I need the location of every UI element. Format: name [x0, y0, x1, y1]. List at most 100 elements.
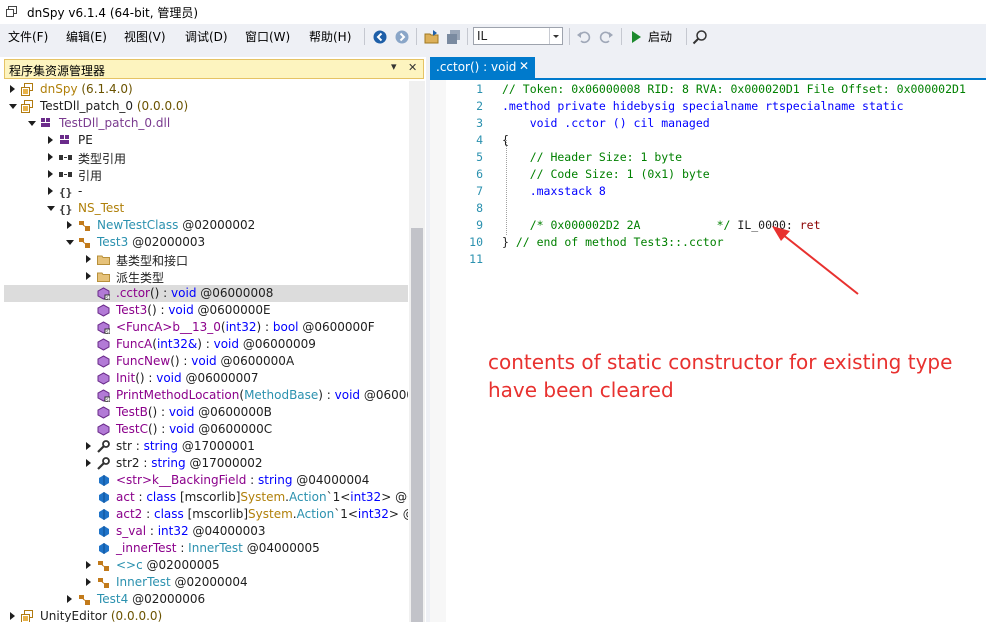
- tree-node[interactable]: str : string @17000001: [4, 438, 408, 455]
- code-token: // Header Size: 1 byte: [502, 150, 683, 164]
- tree-node-label: <>c @02000005: [116, 558, 220, 572]
- expand-closed-icon[interactable]: [86, 442, 91, 450]
- tree-node[interactable]: _innerTest : InnerTest @04000005: [4, 540, 408, 557]
- menu-help[interactable]: 帮助(H): [309, 28, 351, 45]
- tree-node[interactable]: 基类型和接口: [4, 251, 408, 268]
- close-icon[interactable]: ✕: [408, 61, 417, 74]
- tree-node[interactable]: s_val : int32 @04000003: [4, 523, 408, 540]
- menu-window[interactable]: 窗口(W): [245, 28, 290, 45]
- tree-node-label: NS_Test: [78, 201, 124, 215]
- tree-node[interactable]: NewTestClass @02000002: [4, 217, 408, 234]
- annotation-text: contents of static constructor for exist…: [488, 348, 968, 404]
- property-icon: [97, 457, 110, 470]
- expand-closed-icon[interactable]: [86, 561, 91, 569]
- expand-open-icon[interactable]: [66, 240, 74, 245]
- tree-node[interactable]: TestC() : void @0600000C: [4, 421, 408, 438]
- tree-node[interactable]: <str>k__BackingField : string @04000004: [4, 472, 408, 489]
- tree-node[interactable]: dnSpy (6.1.4.0): [4, 81, 408, 98]
- label-segment: UnityEditor: [40, 609, 108, 622]
- expand-closed-icon[interactable]: [86, 578, 91, 586]
- label-segment: () :: [170, 354, 192, 368]
- expand-closed-icon[interactable]: [48, 153, 53, 161]
- expand-closed-icon[interactable]: [48, 187, 53, 195]
- tree-node[interactable]: UnityEditor (0.0.0.0): [4, 608, 408, 622]
- tree-node-label: PrintMethodLocation(MethodBase) : void @…: [116, 388, 408, 402]
- tree-node[interactable]: <>c @02000005: [4, 557, 408, 574]
- tree-node[interactable]: 引用: [4, 166, 408, 183]
- toolbar-separator: [569, 28, 570, 45]
- expand-closed-icon[interactable]: [48, 136, 53, 144]
- class-icon: [97, 576, 110, 589]
- tree-node[interactable]: TestDll_patch_0.dll: [4, 115, 408, 132]
- tree-node[interactable]: {} NS_Test: [4, 200, 408, 217]
- tab-cctor[interactable]: .cctor() : void ✕: [430, 57, 535, 79]
- start-button-label[interactable]: 启动: [648, 28, 672, 45]
- menu-view[interactable]: 视图(V): [124, 28, 166, 45]
- back-icon[interactable]: [372, 29, 388, 45]
- tree-node[interactable]: Test3() : void @0600000E: [4, 302, 408, 319]
- expand-closed-icon[interactable]: [86, 255, 91, 263]
- label-segment: @02000005: [142, 558, 220, 572]
- expand-closed-icon[interactable]: [86, 459, 91, 467]
- app-icon: [6, 6, 17, 17]
- code-token: .method private hidebysig specialname rt…: [502, 99, 904, 113]
- tree-node[interactable]: 类型引用: [4, 149, 408, 166]
- tree-node[interactable]: 派生类型: [4, 268, 408, 285]
- label-segment: Test3: [116, 303, 148, 317]
- tree-node[interactable]: str2 : string @17000002: [4, 455, 408, 472]
- tree-node[interactable]: s PrintMethodLocation(MethodBase) : void …: [4, 387, 408, 404]
- expand-open-icon[interactable]: [47, 206, 55, 211]
- expand-closed-icon[interactable]: [10, 612, 15, 620]
- tree-node[interactable]: s .cctor() : void @06000008: [4, 285, 408, 302]
- tree-node[interactable]: Test4 @02000006: [4, 591, 408, 608]
- label-segment: ) :: [318, 388, 335, 402]
- pin-dropdown-icon[interactable]: ▾: [391, 60, 397, 73]
- label-segment: :: [142, 507, 154, 521]
- expand-closed-icon[interactable]: [67, 221, 72, 229]
- tree-node[interactable]: act : class [mscorlib]System.Action`1<in…: [4, 489, 408, 506]
- expand-closed-icon[interactable]: [86, 272, 91, 280]
- tree-scrollbar-thumb[interactable]: [411, 228, 423, 622]
- tree-node-label: Init() : void @06000007: [116, 371, 259, 385]
- document-tabstrip: .cctor() : void ✕: [430, 49, 986, 79]
- undo-icon[interactable]: [576, 29, 592, 45]
- forward-icon[interactable]: [394, 29, 410, 45]
- open-icon[interactable]: [424, 29, 440, 45]
- label-segment: @17000001: [178, 439, 255, 453]
- close-icon[interactable]: ✕: [519, 59, 529, 73]
- label-segment: :: [176, 541, 189, 555]
- menu-file[interactable]: 文件(F): [8, 28, 48, 45]
- menu-debug[interactable]: 调试(D): [185, 28, 228, 45]
- expand-open-icon[interactable]: [9, 104, 17, 109]
- tree-node[interactable]: act2 : class [mscorlib]System.Action`1<i…: [4, 506, 408, 523]
- code-token: // end of method Test3::.cctor: [515, 235, 724, 249]
- field-icon: [97, 491, 110, 504]
- chevron-down-icon[interactable]: [549, 28, 562, 44]
- tree-node-label: InnerTest @02000004: [116, 575, 248, 589]
- expand-closed-icon[interactable]: [67, 595, 72, 603]
- tree-node[interactable]: FuncNew() : void @0600000A: [4, 353, 408, 370]
- tree-node[interactable]: InnerTest @02000004: [4, 574, 408, 591]
- start-icon[interactable]: [628, 29, 644, 45]
- tree-node[interactable]: Init() : void @06000007: [4, 370, 408, 387]
- tree-node[interactable]: {} -: [4, 183, 408, 200]
- assembly-explorer-title: 程序集资源管理器: [9, 64, 106, 78]
- tree-node[interactable]: TestDll_patch_0 (0.0.0.0): [4, 98, 408, 115]
- language-combo[interactable]: IL: [473, 27, 563, 45]
- expand-closed-icon[interactable]: [10, 85, 15, 93]
- code-line: .method private hidebysig specialname rt…: [502, 99, 904, 113]
- label-segment: Test4: [97, 592, 129, 606]
- search-icon[interactable]: [692, 29, 708, 45]
- class-icon: [97, 559, 110, 572]
- redo-icon[interactable]: [598, 29, 614, 45]
- expand-closed-icon[interactable]: [48, 170, 53, 178]
- save-all-icon[interactable]: [446, 29, 462, 45]
- expand-open-icon[interactable]: [28, 121, 36, 126]
- tree-node[interactable]: FuncA(int32&) : void @06000009: [4, 336, 408, 353]
- tree-node[interactable]: TestB() : void @0600000B: [4, 404, 408, 421]
- tree-node[interactable]: s <FuncA>b__13_0(int32) : bool @0600000F: [4, 319, 408, 336]
- assembly-tree: dnSpy (6.1.4.0) TestDll_patch_0 (0.0.0.0)…: [4, 81, 408, 622]
- tree-node[interactable]: PE: [4, 132, 408, 149]
- menu-edit[interactable]: 编辑(E): [66, 28, 107, 45]
- tree-node[interactable]: Test3 @02000003: [4, 234, 408, 251]
